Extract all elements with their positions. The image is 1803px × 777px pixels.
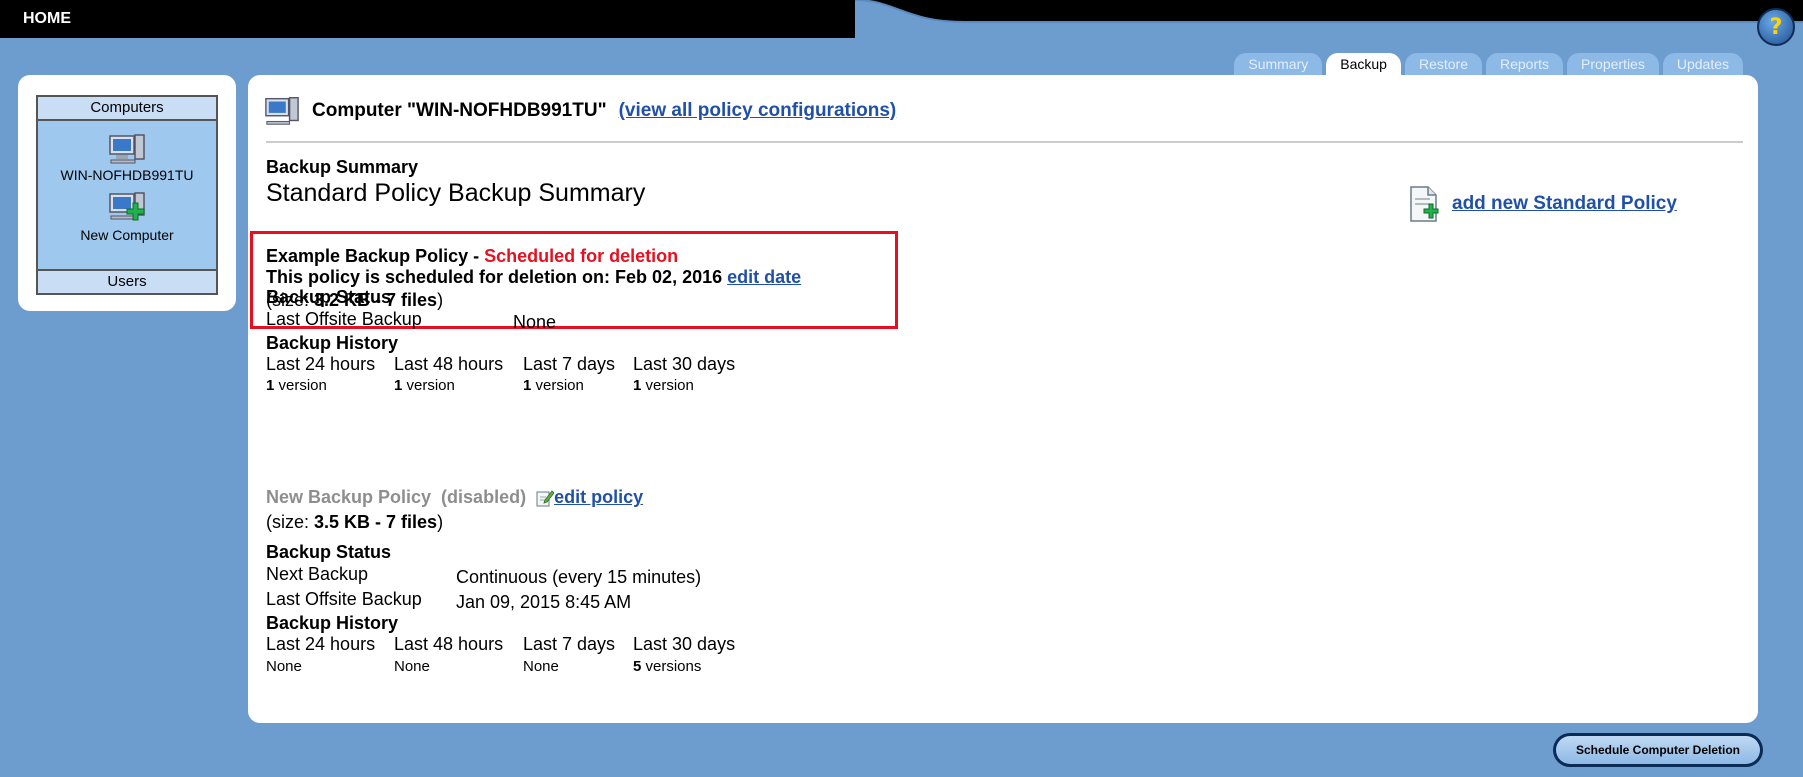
help-icon: ? — [1769, 14, 1783, 40]
edit-icon[interactable] — [536, 489, 555, 507]
edit-date-link[interactable]: edit date — [727, 267, 801, 287]
policy1-history-heading: Backup History — [266, 333, 399, 353]
tab-bar: Summary Backup Restore Reports Propertie… — [1234, 53, 1743, 77]
new-computer-item[interactable]: New Computer — [38, 191, 216, 243]
standard-summary-title: Standard Policy Backup Summary — [266, 179, 646, 207]
policy1-title[interactable]: Example Backup Policy - Scheduled for de… — [266, 246, 678, 267]
policy1-status: Scheduled for deletion — [484, 246, 679, 266]
history-unit: None — [266, 658, 302, 675]
home-link[interactable]: HOME — [23, 10, 71, 28]
policy2-last-offsite-value: Jan 09, 2015 8:45 AM — [456, 592, 632, 612]
history-unit: version — [274, 377, 327, 394]
computer-icon — [265, 97, 299, 125]
history-unit: versions — [641, 658, 702, 675]
policy2-history-value: None — [394, 658, 430, 675]
tab-summary[interactable]: Summary — [1234, 53, 1323, 77]
policy2-history-value: None — [523, 658, 559, 675]
add-computer-icon — [109, 192, 145, 221]
policy2-history-value: 5 versions — [633, 658, 701, 675]
tab-backup[interactable]: Backup — [1326, 53, 1401, 77]
computer-header: Computer "WIN-NOFHDB991TU" (view all pol… — [264, 95, 896, 127]
computer-item[interactable]: WIN-NOFHDB991TU — [38, 133, 216, 183]
history-unit: version — [402, 377, 455, 394]
policy1-name: Example Backup Policy - — [266, 246, 485, 266]
computer-title: Computer "WIN-NOFHDB991TU" — [312, 100, 607, 121]
policy1-history-label: Last 24 hours — [266, 354, 376, 374]
policy1-history-label: Last 7 days — [523, 354, 616, 374]
policy2-history-label: Last 24 hours — [266, 634, 376, 654]
policy2-next-backup-label: Next Backup — [266, 564, 369, 584]
policy2-size: (size: 3.5 KB - 7 files) — [266, 512, 443, 533]
computers-panel: Computers WIN-NOFHDB991TU New Computer U… — [18, 75, 236, 311]
history-unit: None — [523, 658, 559, 675]
header-divider — [266, 141, 1743, 143]
schedule-deletion-button[interactable]: Schedule Computer Deletion — [1553, 733, 1763, 767]
policy1-size-suffix: ) — [437, 290, 444, 310]
backup-summary-heading: Backup Summary — [266, 157, 419, 177]
policy1-last-offsite-label: Last Offsite Backup — [266, 309, 422, 329]
add-policy[interactable]: add new Standard Policy — [1408, 185, 1677, 223]
edit-policy-link[interactable]: edit policy — [554, 487, 643, 508]
computer-label: WIN-NOFHDB991TU — [60, 167, 194, 183]
policy2-history-value: None — [266, 658, 302, 675]
policy2-name: New Backup Policy (disabled) — [266, 487, 527, 507]
policy1-status-heading: Backup Status — [266, 287, 392, 307]
tab-restore[interactable]: Restore — [1404, 53, 1482, 77]
policy2-history-heading: Backup History — [266, 613, 399, 633]
tab-updates[interactable]: Updates — [1662, 53, 1743, 77]
policy1-history-label: Last 48 hours — [394, 354, 504, 374]
policy1-history-label: Last 30 days — [633, 354, 736, 374]
help-button[interactable]: ? — [1757, 8, 1795, 46]
history-unit: version — [641, 377, 694, 394]
tab-reports[interactable]: Reports — [1486, 53, 1564, 77]
policy2-size-suffix: ) — [437, 512, 444, 532]
top-header-bar: HOME — [0, 0, 1803, 38]
policy2-title: New Backup Policy (disabled) edit policy — [266, 487, 643, 508]
add-document-icon — [1410, 186, 1439, 222]
schedule-deletion-label: Schedule Computer Deletion — [1556, 736, 1760, 764]
view-all-policies-link[interactable]: (view all policy configurations) — [619, 100, 897, 122]
tab-properties[interactable]: Properties — [1567, 53, 1659, 77]
policy1-history-value: 1 version — [394, 377, 455, 394]
computers-list: Computers WIN-NOFHDB991TU New Computer U… — [36, 95, 218, 295]
computer-icon — [109, 134, 145, 164]
main-panel: Computer "WIN-NOFHDB991TU" (view all pol… — [248, 75, 1758, 723]
policy1-history-value: 1 version — [633, 377, 694, 394]
new-computer-label: New Computer — [80, 227, 174, 243]
users-header[interactable]: Users — [38, 269, 216, 293]
add-standard-policy-link[interactable]: add new Standard Policy — [1452, 193, 1677, 215]
policy2-history-label: Last 7 days — [523, 634, 616, 654]
policy2-history-label: Last 48 hours — [394, 634, 504, 654]
history-unit: None — [394, 658, 430, 675]
policy2-last-offsite-label: Last Offsite Backup — [266, 589, 422, 609]
history-unit: version — [531, 377, 584, 394]
policy1-history-value: 1 version — [266, 377, 327, 394]
policy2-status-heading: Backup Status — [266, 542, 392, 562]
policy1-deletion-line: This policy is scheduled for deletion on… — [266, 267, 801, 288]
policy1-history-value: 1 version — [523, 377, 584, 394]
computers-header[interactable]: Computers — [38, 97, 216, 121]
policy2-next-backup-value: Continuous (every 15 minutes) — [456, 567, 702, 587]
policy2-size-value: 3.5 KB - 7 files — [314, 512, 438, 532]
policy1-deletion-text: This policy is scheduled for deletion on… — [266, 267, 723, 287]
policy1-last-offsite-value: None — [513, 312, 557, 332]
policy2-history-label: Last 30 days — [633, 634, 736, 654]
policy2-size-prefix: (size: — [266, 512, 315, 532]
header-curve-decoration — [855, 0, 1803, 38]
